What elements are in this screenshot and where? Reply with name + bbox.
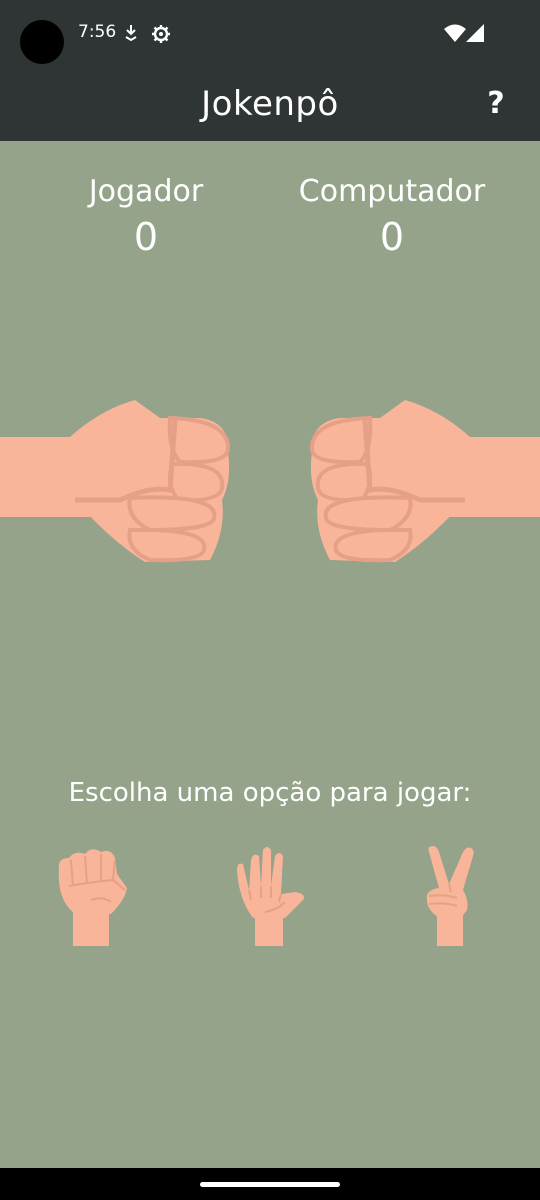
app-title: Jokenpô <box>201 84 339 124</box>
player-label: Jogador <box>88 174 204 209</box>
scissors-hand-icon <box>426 846 474 946</box>
computer-label: Computador <box>298 174 486 209</box>
rock-fist-icon <box>58 849 127 946</box>
computer-score-panel: Computador 0 <box>272 172 512 260</box>
download-icon <box>125 25 137 42</box>
rock-button[interactable] <box>45 840 135 950</box>
player-score: 0 <box>133 215 159 259</box>
fists-illustration <box>0 400 540 563</box>
app-bar: Jokenpô ? <box>0 70 540 141</box>
paper-button[interactable] <box>225 840 315 950</box>
status-time: 7:56 <box>78 22 117 42</box>
paper-hand-icon <box>237 847 304 946</box>
cell-signal-icon <box>466 24 484 42</box>
navigation-bar <box>0 1168 540 1200</box>
home-gesture-handle[interactable] <box>200 1182 340 1187</box>
player-score-panel: Jogador 0 <box>26 172 266 260</box>
app-screen: 7:56 Jokenpô ? Jogador 0 Computador 0 Es… <box>0 0 540 1200</box>
player-fist-icon <box>0 400 231 563</box>
computer-score: 0 <box>379 215 405 259</box>
wifi-icon <box>444 24 466 42</box>
scissors-button[interactable] <box>405 840 495 950</box>
status-bar: 7:56 <box>0 0 540 70</box>
choose-option-prompt: Escolha uma opção para jogar: <box>68 778 472 808</box>
computer-fist-icon <box>309 400 540 563</box>
settings-gear-icon <box>152 25 170 43</box>
help-button[interactable]: ? <box>482 86 510 126</box>
camera-cutout <box>20 20 64 64</box>
